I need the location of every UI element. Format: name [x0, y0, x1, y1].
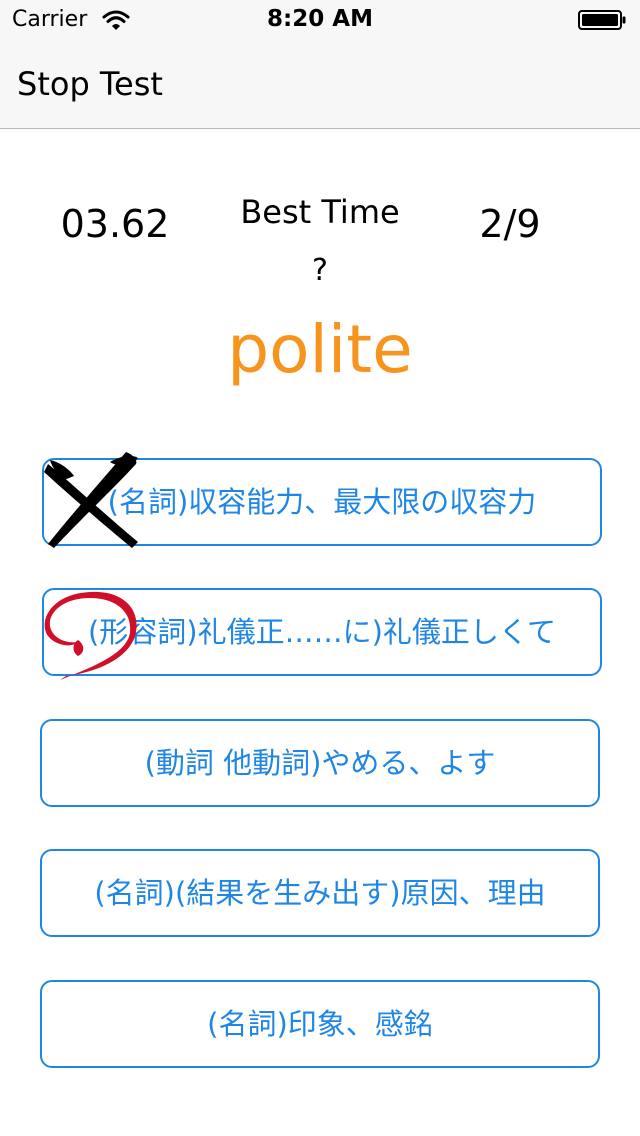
answer-button-3[interactable]: (動詞 他動詞)やめる、よす [40, 719, 600, 807]
battery-icon [578, 10, 626, 30]
answer-button-4[interactable]: (名詞)(結果を生み出す)原因、理由 [40, 849, 600, 937]
elapsed-timer: 03.62 [60, 202, 170, 246]
status-bar: Carrier 8:20 AM [0, 0, 640, 40]
navigation-bar: Stop Test [0, 40, 640, 129]
best-time-label: Best Time [240, 193, 400, 231]
answer-button-5[interactable]: (名詞)印象、感銘 [40, 980, 600, 1068]
answer-button-2[interactable]: (形容詞)礼儀正……に)礼儀正しくて [42, 588, 602, 676]
best-time-value: ? [312, 253, 328, 288]
question-progress: 2/9 [479, 202, 541, 246]
status-time: 8:20 AM [267, 6, 373, 32]
answer-button-1[interactable]: (名詞)収容能力、最大限の収容力 [42, 458, 602, 546]
question-word: polite [227, 311, 413, 388]
nav-title: Stop Test [17, 65, 163, 103]
